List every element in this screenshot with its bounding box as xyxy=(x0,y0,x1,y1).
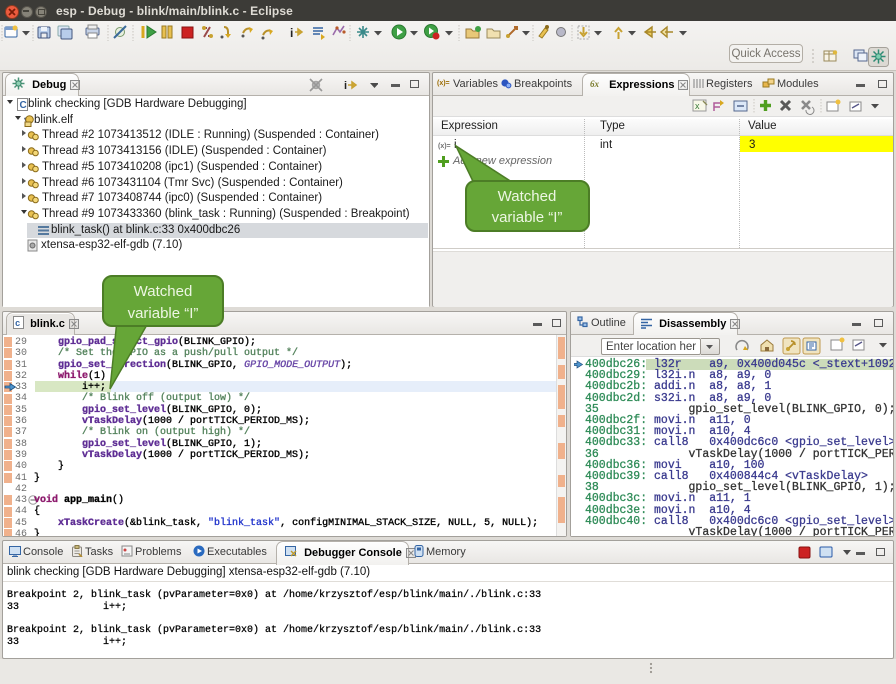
svg-text:variable “I”: variable “I” xyxy=(492,209,563,226)
svg-text:Watched: Watched xyxy=(498,188,557,205)
svg-text:Watched: Watched xyxy=(134,283,193,300)
svg-text:c: c xyxy=(15,319,20,329)
svg-text:C: C xyxy=(20,100,27,111)
svg-text:i: i xyxy=(344,80,347,92)
svg-text:i: i xyxy=(290,26,293,40)
svg-text:(x)=: (x)= xyxy=(437,80,450,87)
svg-text:6x: 6x xyxy=(590,79,600,89)
svg-text:variable “I”: variable “I” xyxy=(128,305,199,322)
svg-text:x: x xyxy=(695,101,700,111)
